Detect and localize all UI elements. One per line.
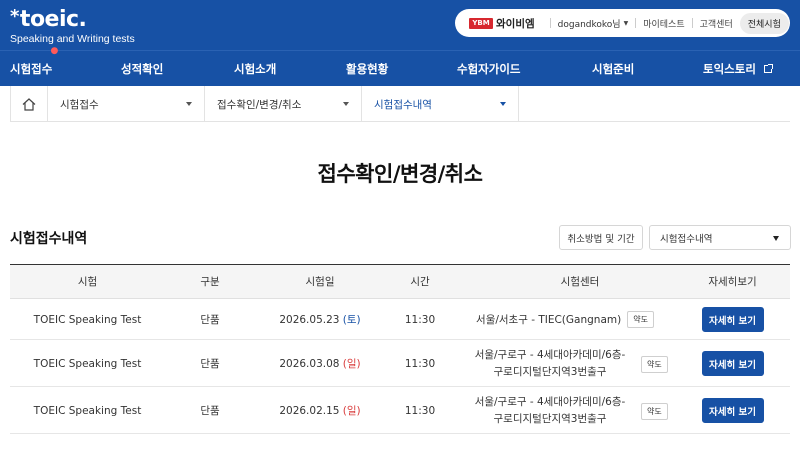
table-header: 시험 구분 시험일 시간 시험센터 자세히보기 bbox=[10, 265, 790, 299]
nav-item-about[interactable]: 시험소개 bbox=[234, 51, 276, 87]
day-of-week: (토) bbox=[342, 314, 361, 326]
registration-table: 시험 구분 시험일 시간 시험센터 자세히보기 TOEIC Speaking T… bbox=[10, 264, 790, 434]
nav-item-prep[interactable]: 시험준비 bbox=[592, 51, 634, 87]
center-name: 서울/구로구 - 4세대아카데미/6층- bbox=[474, 348, 626, 361]
user-name: dogandkoko님 bbox=[557, 19, 621, 30]
cell-test: TOEIC Speaking Test bbox=[33, 404, 142, 417]
cell-center: 서울/구로구 - 4세대아카데미/6층- 구로디지털단지역3번출구 bbox=[455, 387, 645, 434]
cell-detail: 자세히 보기 bbox=[675, 387, 790, 434]
logo-star: * bbox=[10, 6, 19, 27]
chevron-down-icon bbox=[186, 102, 192, 106]
main-nav: 시험접수 ● 성적확인 시험소개 활용현황 수험자가이드 시험준비 토익스토리 bbox=[0, 46, 800, 87]
chevron-down-icon bbox=[500, 102, 506, 106]
cell-date: 2026.05.23 (토) bbox=[255, 299, 385, 340]
user-menu[interactable]: dogandkoko님 ▼ bbox=[558, 17, 629, 30]
map-button[interactable]: 약도 bbox=[641, 403, 668, 420]
table-row: TOEIC Speaking Test 단품 2026.05.23 (토) 11… bbox=[10, 299, 790, 340]
breadcrumb-level1[interactable]: 시험접수 bbox=[48, 86, 205, 122]
breadcrumb-level2[interactable]: 접수확인/변경/취소 bbox=[205, 86, 362, 122]
all-tests-button[interactable]: 전체시험 bbox=[739, 12, 789, 34]
table-row: TOEIC Speaking Test 단품 2026.03.08 (일) 11… bbox=[10, 340, 790, 387]
breadcrumb-level3[interactable]: 시험접수내역 bbox=[362, 86, 519, 122]
header-date: 시험일 bbox=[305, 276, 335, 288]
ybm-name: 와이비엠 bbox=[496, 17, 535, 30]
nav-item-usage[interactable]: 활용현황 bbox=[346, 51, 388, 87]
breadcrumb-label: 시험접수내역 bbox=[374, 98, 432, 111]
header-type: 구분 bbox=[200, 276, 220, 288]
cell-date: 2026.02.15 (일) bbox=[255, 387, 385, 434]
logo-tagline: Speaking and Writing tests bbox=[10, 33, 135, 45]
date-value: 2026.05.23 bbox=[279, 313, 340, 326]
cell-detail: 자세히 보기 bbox=[675, 340, 790, 387]
cell-detail: 자세히 보기 bbox=[675, 299, 790, 340]
map-button[interactable]: 약도 bbox=[641, 356, 668, 373]
home-button[interactable] bbox=[10, 86, 48, 122]
nav-item-registration[interactable]: 시험접수 ● bbox=[10, 46, 58, 87]
breadcrumb-label: 시험접수 bbox=[60, 98, 99, 111]
cell-time: 11:30 bbox=[404, 404, 436, 417]
cell-test: TOEIC Speaking Test bbox=[33, 313, 142, 326]
cell-type: 단품 bbox=[200, 405, 220, 417]
user-utility-bar: YBM 와이비엠 dogandkoko님 ▼ 마이테스트 고객센터 전체시험 bbox=[455, 9, 790, 37]
detail-button[interactable]: 자세히 보기 bbox=[701, 398, 764, 423]
nav-item-story[interactable]: 토익스토리 bbox=[703, 51, 773, 87]
history-select[interactable]: 시험접수내역 bbox=[649, 225, 791, 250]
site-header: *toeic. Speaking and Writing tests YBM 와… bbox=[0, 0, 800, 50]
divider bbox=[691, 18, 693, 28]
select-value: 시험접수내역 bbox=[660, 233, 713, 245]
center-name: 서울/구로구 - 4세대아카데미/6층- bbox=[474, 395, 626, 408]
cell-test: TOEIC Speaking Test bbox=[33, 357, 142, 370]
chevron-down-icon: ▼ bbox=[623, 19, 629, 27]
home-icon bbox=[22, 97, 36, 111]
logo-text: toeic. bbox=[19, 7, 87, 32]
detail-button[interactable]: 자세히 보기 bbox=[701, 307, 764, 332]
detail-button[interactable]: 자세히 보기 bbox=[701, 351, 764, 376]
chevron-down-icon bbox=[773, 236, 779, 241]
cell-type: 단품 bbox=[200, 314, 220, 326]
new-dot-icon: ● bbox=[50, 46, 59, 56]
nav-label: 시험접수 bbox=[10, 62, 53, 76]
external-link-icon bbox=[763, 64, 773, 73]
cell-center: 서울/서초구 - TIEC(Gangnam) 약도 bbox=[455, 299, 675, 340]
page-title: 접수확인/변경/취소 bbox=[317, 162, 483, 186]
header-test: 시험 bbox=[77, 276, 98, 288]
day-of-week: (일) bbox=[342, 358, 361, 370]
day-of-week: (일) bbox=[342, 405, 361, 417]
center-detail: 구로디지털단지역3번출구 bbox=[493, 365, 607, 378]
nav-item-scores[interactable]: 성적확인 bbox=[121, 51, 163, 87]
map-button[interactable]: 약도 bbox=[627, 311, 654, 328]
breadcrumb-label: 접수확인/변경/취소 bbox=[217, 98, 302, 111]
cell-type: 단품 bbox=[200, 358, 220, 370]
cell-time: 11:30 bbox=[404, 313, 436, 326]
cell-center: 서울/구로구 - 4세대아카데미/6층- 구로디지털단지역3번출구 bbox=[455, 340, 645, 387]
cancel-info-button[interactable]: 취소방법 및 기간 bbox=[559, 225, 643, 250]
center-detail: 구로디지털단지역3번출구 bbox=[493, 412, 607, 425]
ybm-mark: YBM bbox=[469, 17, 493, 29]
date-value: 2026.02.15 bbox=[279, 404, 340, 417]
chevron-down-icon bbox=[343, 102, 349, 106]
cell-time: 11:30 bbox=[404, 357, 436, 370]
header-time: 시간 bbox=[410, 276, 430, 288]
section-title: 시험접수내역 bbox=[10, 231, 88, 247]
nav-label: 토익스토리 bbox=[703, 62, 756, 76]
toeic-logo[interactable]: *toeic. Speaking and Writing tests bbox=[10, 5, 135, 45]
breadcrumb: 시험접수 접수확인/변경/취소 시험접수내역 bbox=[10, 86, 790, 122]
date-value: 2026.03.08 bbox=[279, 357, 340, 370]
my-test-link[interactable]: 마이테스트 bbox=[643, 17, 684, 30]
divider bbox=[549, 18, 551, 28]
customer-center-link[interactable]: 고객센터 bbox=[700, 17, 733, 30]
table-row: TOEIC Speaking Test 단품 2026.02.15 (일) 11… bbox=[10, 387, 790, 434]
cell-date: 2026.03.08 (일) bbox=[255, 340, 385, 387]
header-center: 시험센터 bbox=[560, 276, 600, 288]
ybm-logo[interactable]: YBM 와이비엠 bbox=[469, 16, 535, 31]
nav-item-guide[interactable]: 수험자가이드 bbox=[457, 51, 520, 87]
center-name: 서울/서초구 - TIEC(Gangnam) bbox=[476, 314, 622, 326]
divider bbox=[635, 18, 637, 28]
header-detail: 자세히보기 bbox=[708, 276, 757, 288]
